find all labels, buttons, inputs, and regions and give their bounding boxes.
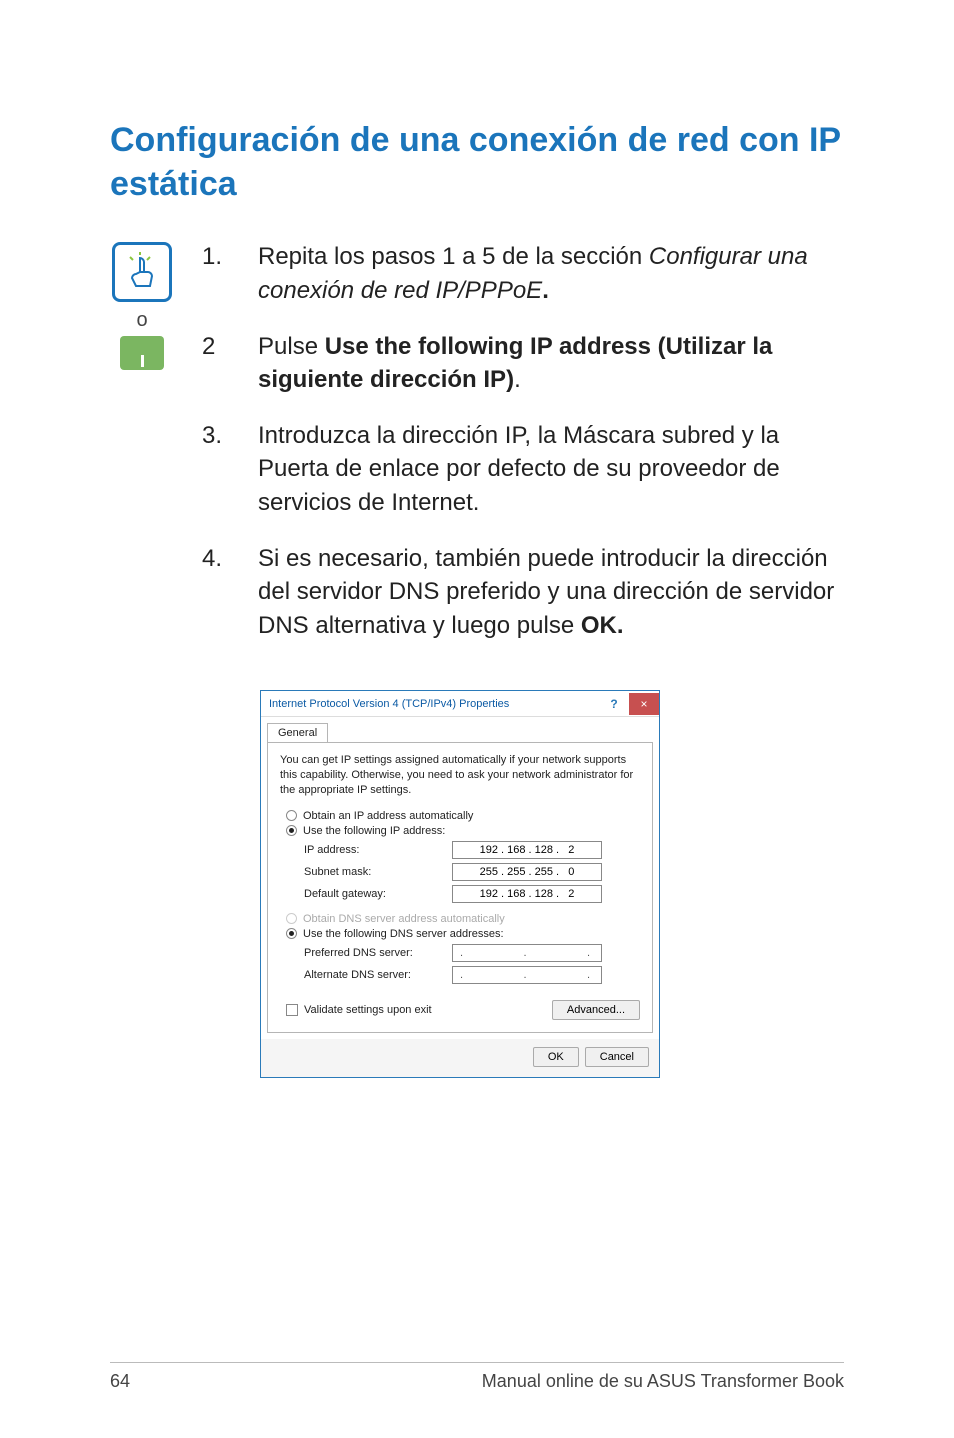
validate-checkbox-row[interactable]: Validate settings upon exit [286, 1004, 432, 1016]
step-text: Introduzca la dirección IP, la Máscara s… [258, 419, 844, 520]
section-heading: Configuración de una conexión de red con… [110, 118, 844, 206]
step-3: 3. Introduzca la dirección IP, la Máscar… [202, 419, 844, 520]
ok-button[interactable]: OK [533, 1047, 579, 1067]
or-label: o [136, 310, 147, 330]
text: Si es necesario, también puede introduci… [258, 545, 834, 639]
default-gateway-input[interactable] [452, 885, 602, 903]
radio-icon [286, 825, 297, 836]
radio-obtain-ip-auto[interactable]: Obtain an IP address automatically [286, 810, 640, 822]
tab-general[interactable]: General [267, 723, 328, 742]
preferred-dns-input[interactable] [452, 944, 602, 962]
close-button[interactable]: × [629, 693, 659, 715]
step-text: Pulse Use the following IP address (Util… [258, 330, 844, 397]
text: Repita los pasos 1 a 5 de la sección [258, 243, 649, 270]
dialog-body: You can get IP settings assigned automat… [267, 742, 653, 1033]
text-bold: OK. [581, 612, 624, 639]
dialog-description: You can get IP settings assigned automat… [280, 753, 640, 798]
dialog-title-bar: Internet Protocol Version 4 (TCP/IPv4) P… [261, 691, 659, 717]
step-number: 3. [202, 419, 230, 520]
radio-label: Use the following DNS server addresses: [303, 928, 504, 940]
field-label: Preferred DNS server: [304, 947, 444, 959]
radio-icon [286, 810, 297, 821]
text: . [542, 277, 549, 304]
dialog-button-row: OK Cancel [261, 1039, 659, 1077]
step-1: 1. Repita los pasos 1 a 5 de la sección … [202, 240, 844, 307]
radio-label: Obtain DNS server address automatically [303, 913, 505, 925]
cancel-button[interactable]: Cancel [585, 1047, 649, 1067]
step-text: Repita los pasos 1 a 5 de la sección Con… [258, 240, 844, 307]
default-gateway-row: Default gateway: [304, 885, 640, 903]
checkbox-icon [286, 1004, 298, 1016]
radio-label: Use the following IP address: [303, 825, 445, 837]
alternate-dns-input[interactable] [452, 966, 602, 984]
tab-strip: General [261, 717, 659, 742]
subnet-mask-input[interactable] [452, 863, 602, 881]
hand-tap-icon [122, 252, 162, 292]
step-number: 2 [202, 330, 230, 397]
page-number: 64 [110, 1371, 130, 1392]
text: Pulse [258, 333, 325, 360]
step-number: 4. [202, 542, 230, 643]
radio-label: Obtain an IP address automatically [303, 810, 473, 822]
touch-icon [112, 242, 172, 302]
radio-use-following-ip[interactable]: Use the following IP address: [286, 825, 640, 837]
radio-icon [286, 928, 297, 939]
input-method-icons: o [110, 240, 174, 664]
ip-properties-dialog: Internet Protocol Version 4 (TCP/IPv4) P… [260, 690, 660, 1078]
ip-address-row: IP address: [304, 841, 640, 859]
radio-icon [286, 913, 297, 924]
footer-text: Manual online de su ASUS Transformer Boo… [482, 1371, 844, 1392]
step-2: 2 Pulse Use the following IP address (Ut… [202, 330, 844, 397]
checkbox-label: Validate settings upon exit [304, 1004, 432, 1016]
alternate-dns-row: Alternate DNS server: [304, 966, 640, 984]
advanced-button[interactable]: Advanced... [552, 1000, 640, 1020]
help-button[interactable]: ? [599, 693, 629, 715]
page-footer: 64 Manual online de su ASUS Transformer … [110, 1362, 844, 1392]
field-label: Alternate DNS server: [304, 969, 444, 981]
steps-list: 1. Repita los pasos 1 a 5 de la sección … [202, 240, 844, 642]
field-label: Subnet mask: [304, 866, 444, 878]
radio-use-following-dns[interactable]: Use the following DNS server addresses: [286, 928, 640, 940]
ip-address-input[interactable] [452, 841, 602, 859]
field-label: Default gateway: [304, 888, 444, 900]
text: . [514, 366, 521, 393]
step-text: Si es necesario, también puede introduci… [258, 542, 844, 643]
step-number: 1. [202, 240, 230, 307]
preferred-dns-row: Preferred DNS server: [304, 944, 640, 962]
field-label: IP address: [304, 844, 444, 856]
dialog-title: Internet Protocol Version 4 (TCP/IPv4) P… [269, 698, 509, 710]
radio-obtain-dns-auto: Obtain DNS server address automatically [286, 913, 640, 925]
trackpad-icon [120, 336, 164, 370]
step-4: 4. Si es necesario, también puede introd… [202, 542, 844, 643]
subnet-mask-row: Subnet mask: [304, 863, 640, 881]
